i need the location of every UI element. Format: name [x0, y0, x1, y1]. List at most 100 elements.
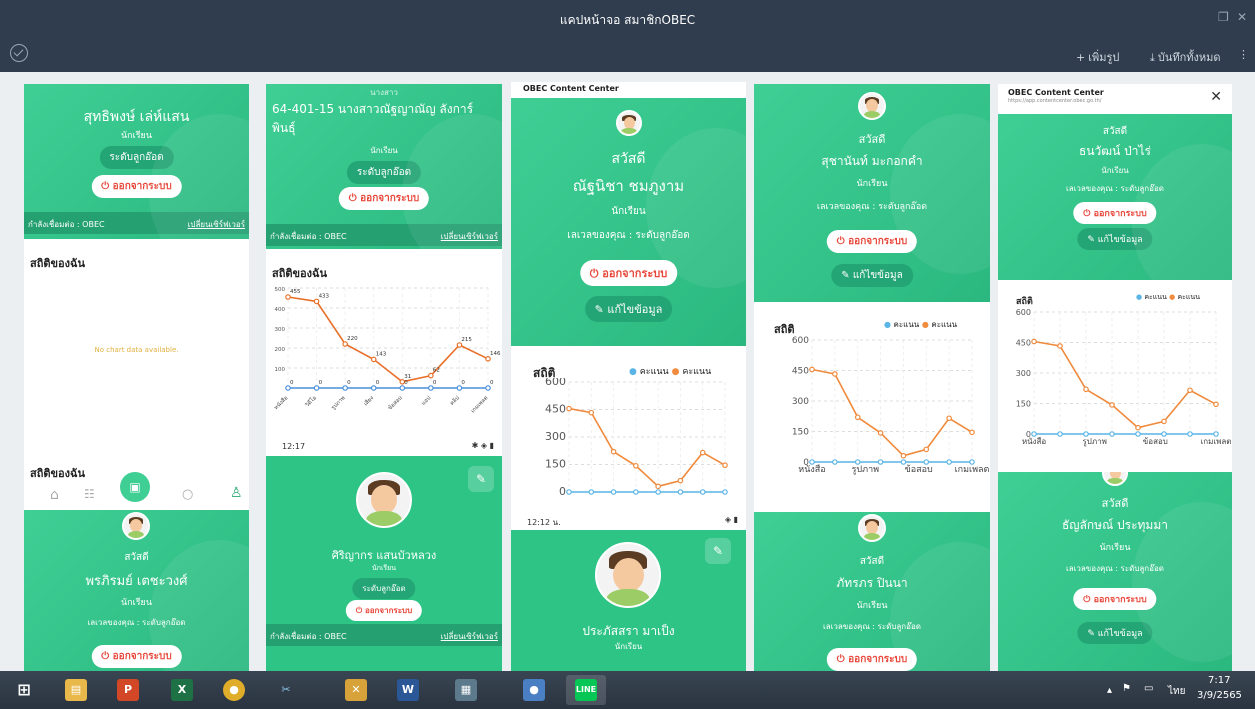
- language-indicator[interactable]: ไทย: [1168, 684, 1185, 699]
- data-point: [285, 385, 291, 391]
- edit-profile-button[interactable]: ✎ แก้ไขข้อมูล: [831, 264, 913, 287]
- edit-profile-button[interactable]: ✎ แก้ไขข้อมูล: [584, 296, 673, 322]
- more-menu-icon[interactable]: ⋮: [1238, 48, 1249, 61]
- data-label: 0: [490, 380, 494, 386]
- network-icon[interactable]: ▭: [1144, 683, 1153, 694]
- taskbar-word[interactable]: W: [388, 675, 428, 705]
- data-point: [969, 459, 975, 465]
- chrome-app-icon: ●: [523, 679, 545, 701]
- taskbar-app[interactable]: ✕: [336, 675, 376, 705]
- profile-header: สวัสดี ธนวัฒน์ ป่าไร่ นักเรียน เลเวลของค…: [998, 114, 1232, 280]
- tray-expand-icon[interactable]: ▴: [1107, 685, 1112, 696]
- close-icon[interactable]: ✕: [1237, 10, 1247, 24]
- profile-header: สวัสดี ณัฐนิชา ชมภูงาม นักเรียน เลเวลของ…: [511, 98, 746, 346]
- series-line: [568, 407, 726, 488]
- power-icon: ⏻: [101, 651, 113, 662]
- card-3: OBEC Content Center สวัสดี ณัฐนิชา ชมภูง…: [511, 82, 746, 671]
- taskbar-excel[interactable]: X: [162, 675, 202, 705]
- home-icon[interactable]: ⌂: [50, 487, 59, 503]
- clock-time[interactable]: 7:17: [1208, 675, 1230, 686]
- user-name: ธนวัฒน์ ป่าไร่: [1079, 144, 1151, 158]
- group-icon[interactable]: ☷: [84, 487, 95, 501]
- power-icon: ⏻: [836, 654, 849, 665]
- taskbar-snipping[interactable]: ✂: [266, 675, 306, 705]
- connect-status: กำลังเชื่อมต่อ : OBEC: [270, 632, 347, 641]
- change-server-link[interactable]: เปลี่ยนเซิร์ฟเวอร์: [188, 218, 245, 231]
- data-point: [832, 459, 838, 465]
- data-point: [923, 459, 930, 465]
- edit-profile-button[interactable]: ✎ แก้ไขข้อมูล: [1077, 622, 1153, 644]
- search-icon[interactable]: ○: [182, 487, 193, 502]
- y-tick-label: 600: [545, 378, 566, 388]
- add-image-button[interactable]: + เพิ่มรูป: [1076, 48, 1119, 66]
- avatar: [356, 472, 412, 528]
- avatar: [858, 92, 886, 120]
- data-point: [633, 462, 639, 469]
- y-tick-label: 500: [275, 287, 286, 293]
- power-icon: ⏻: [1083, 209, 1094, 219]
- taskbar-line[interactable]: LINE: [566, 675, 606, 705]
- x-tick-label: หนังสือ: [1022, 437, 1047, 446]
- series-line: [1033, 340, 1217, 429]
- save-all-button[interactable]: ⤓ บันทึกทั้งหมด: [1150, 48, 1221, 66]
- data-label: 0: [376, 380, 380, 386]
- avatar: [595, 542, 661, 608]
- start-button[interactable]: ⊞: [4, 675, 44, 705]
- data-label: 62: [433, 368, 440, 374]
- data-point: [946, 459, 952, 465]
- line-chart-3: 0150300450600หนังสือ รูปภาพ ข้อสอบ เกมเพลต: [792, 336, 990, 475]
- clock-date[interactable]: 3/9/2565: [1197, 690, 1242, 701]
- y-tick-label: 450: [545, 403, 566, 416]
- greeting: สวัสดี: [1102, 126, 1128, 137]
- check-icon[interactable]: [10, 44, 28, 62]
- chart-legend: ● คะแนน ● คะแนน: [629, 367, 712, 377]
- pencil-icon: ✎: [1087, 629, 1098, 639]
- edit-profile-button[interactable]: ✎ แก้ไขข้อมูล: [1077, 228, 1153, 250]
- y-tick-label: 200: [275, 347, 286, 353]
- profile-icon[interactable]: ♙: [230, 485, 243, 501]
- logout-button[interactable]: ⏻ ออกจากระบบ: [826, 230, 918, 253]
- edit-icon[interactable]: ✎: [705, 538, 731, 564]
- change-server-link[interactable]: เปลี่ยนเซิร์ฟเวอร์: [441, 630, 498, 643]
- profile-header: สวัสดี สุชานันท์ มะกอกคำ นักเรียน เลเวลข…: [754, 84, 990, 302]
- restore-icon[interactable]: ❐: [1218, 10, 1229, 24]
- taskbar-chrome-2[interactable]: ●: [514, 675, 554, 705]
- level-badge: ระดับลูกอ๊อด: [352, 578, 416, 599]
- chrome-icon: ●: [223, 679, 245, 701]
- taskbar-computer[interactable]: ▦: [446, 675, 486, 705]
- logout-button[interactable]: ⏻ ออกจากระบบ: [91, 175, 182, 198]
- logout-button[interactable]: ⏻ ออกจากระบบ: [1073, 588, 1157, 610]
- user-role: นักเรียน: [121, 131, 152, 141]
- pencil-icon: ✎: [1087, 235, 1098, 245]
- change-server-link[interactable]: เปลี่ยนเซิร์ฟเวอร์: [441, 230, 498, 243]
- data-point: [832, 371, 838, 377]
- data-label: 0: [433, 380, 437, 386]
- logout-button[interactable]: ⏻ ออกจากระบบ: [345, 600, 423, 621]
- taskbar-chrome[interactable]: ●: [214, 675, 254, 705]
- logout-button[interactable]: ⏻ ออกจากระบบ: [338, 187, 430, 210]
- plus-icon: +: [1076, 51, 1086, 64]
- taskbar-explorer[interactable]: ▤: [56, 675, 96, 705]
- book-icon[interactable]: ▣: [120, 472, 150, 502]
- taskbar-powerpoint[interactable]: P: [108, 675, 148, 705]
- app-icon: ✕: [345, 679, 367, 701]
- level-text: เลเวลของคุณ : ระดับลูกอ๊อด: [823, 622, 921, 631]
- folder-icon: ▤: [65, 679, 87, 701]
- power-icon: ⏻: [355, 606, 365, 615]
- logout-button[interactable]: ⏻ ออกจากระบบ: [579, 260, 678, 286]
- edit-icon[interactable]: ✎: [468, 466, 494, 492]
- line-icon: LINE: [575, 679, 597, 701]
- line-chart-4: 0150300450600หนังสือ รูปภาพ ข้อสอบ เกมเพลต: [1016, 308, 1232, 447]
- x-tick-label: เกมเพลต: [1201, 437, 1232, 446]
- logout-button[interactable]: ⏻ ออกจากระบบ: [91, 645, 182, 668]
- data-point: [342, 341, 348, 347]
- logout-button[interactable]: ⏻ ออกจากระบบ: [1073, 202, 1157, 224]
- flag-icon[interactable]: ⚑: [1122, 683, 1131, 694]
- close-icon[interactable]: ✕: [1210, 89, 1222, 105]
- user-name: ประภัสสรา มาเป็ง: [582, 624, 675, 638]
- y-tick-label: 600: [1016, 308, 1031, 317]
- greeting: สวัสดี: [858, 133, 886, 146]
- data-point: [699, 489, 706, 495]
- logout-button[interactable]: ⏻ ออกจากระบบ: [826, 648, 918, 671]
- data-point: [1187, 387, 1193, 394]
